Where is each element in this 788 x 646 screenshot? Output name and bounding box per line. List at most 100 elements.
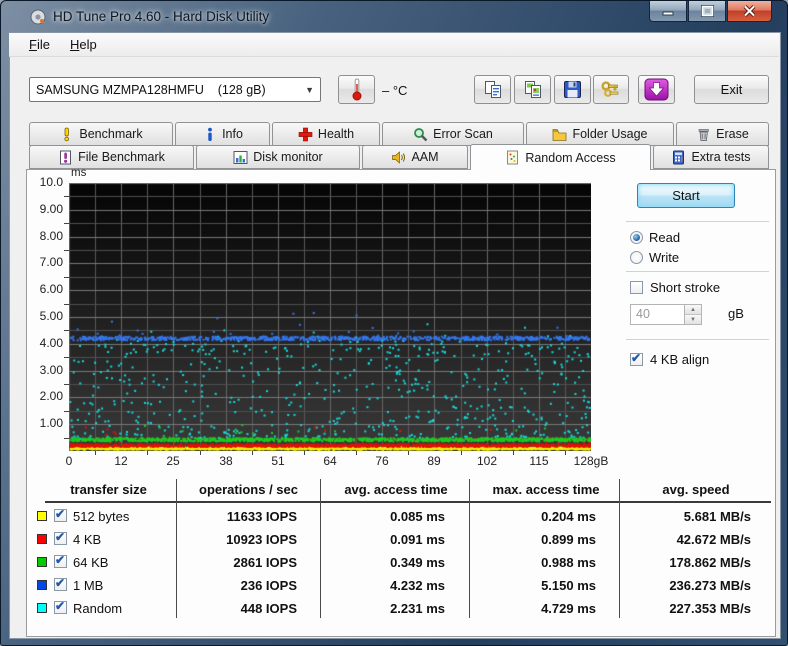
table-row: Random 448 IOPS 2.231 ms 4.729 ms 227.35… bbox=[33, 597, 771, 620]
keys-icon bbox=[600, 80, 622, 100]
column-header-avg-access: avg. access time bbox=[321, 482, 471, 497]
max-access-value: 0.988 ms bbox=[471, 551, 596, 574]
chevron-down-icon: ▼ bbox=[305, 85, 314, 95]
table-row: 1 MB 236 IOPS 4.232 ms 5.150 ms 236.273 … bbox=[33, 574, 771, 597]
column-header-transfer-size: transfer size bbox=[41, 482, 176, 497]
4kb-align-checkbox[interactable] bbox=[630, 353, 643, 366]
file-benchmark-icon bbox=[58, 150, 73, 165]
tab-label: Disk monitor bbox=[253, 150, 322, 164]
avg-access-value: 2.231 ms bbox=[321, 597, 445, 620]
y-axis-unit: ms bbox=[71, 167, 86, 179]
tab-label: Erase bbox=[716, 127, 749, 141]
tab-extra-tests[interactable]: Extra tests bbox=[653, 145, 769, 169]
divider bbox=[626, 339, 769, 340]
column-header-max-access: max. access time bbox=[471, 482, 621, 497]
short-stroke-checkbox[interactable] bbox=[630, 281, 643, 294]
menu-file[interactable]: File bbox=[19, 34, 60, 55]
avg-speed-value: 5.681 MB/s bbox=[621, 505, 751, 528]
copy-image-button[interactable] bbox=[514, 75, 551, 104]
calculator-icon bbox=[671, 150, 686, 165]
tab-info[interactable]: Info bbox=[175, 122, 270, 146]
avg-speed-value: 42.672 MB/s bbox=[621, 528, 751, 551]
series-checkbox[interactable] bbox=[54, 601, 67, 614]
magnifier-icon bbox=[413, 127, 428, 142]
app-icon bbox=[30, 9, 46, 25]
write-radio-label: Write bbox=[649, 250, 679, 265]
series-checkbox[interactable] bbox=[54, 578, 67, 591]
save-button[interactable] bbox=[554, 75, 591, 104]
transfer-size-label: 1 MB bbox=[73, 574, 103, 597]
short-stroke-size-value: 40 bbox=[631, 305, 684, 324]
read-radio[interactable] bbox=[630, 231, 643, 244]
random-access-icon bbox=[505, 150, 520, 165]
short-stroke-size-stepper[interactable]: 40 ▲ ▼ bbox=[630, 304, 702, 325]
start-button[interactable]: Start bbox=[637, 183, 735, 208]
column-header-avg-speed: avg. speed bbox=[621, 482, 771, 497]
exit-button-label: Exit bbox=[721, 82, 743, 97]
minimize-button[interactable] bbox=[649, 1, 687, 22]
window-title: HD Tune Pro 4.60 - Hard Disk Utility bbox=[53, 9, 269, 24]
menu-help[interactable]: Help bbox=[60, 34, 107, 55]
avg-speed-value: 236.273 MB/s bbox=[621, 574, 751, 597]
tab-label: Info bbox=[222, 127, 243, 141]
drive-select-value: SAMSUNG MZMPA128HMFU (128 gB) bbox=[36, 83, 301, 97]
ops-value: 2861 IOPS bbox=[176, 551, 297, 574]
transfer-size-label: 512 bytes bbox=[73, 505, 129, 528]
column-header-operations: operations / sec bbox=[176, 482, 321, 497]
tab-health[interactable]: Health bbox=[272, 122, 380, 146]
avg-access-value: 0.085 ms bbox=[321, 505, 445, 528]
drive-select[interactable]: SAMSUNG MZMPA128HMFU (128 gB) ▼ bbox=[29, 77, 321, 102]
max-access-value: 5.150 ms bbox=[471, 574, 596, 597]
tab-folder-usage[interactable]: Folder Usage bbox=[526, 122, 674, 146]
transfer-size-label: Random bbox=[73, 597, 122, 620]
tab-label: Health bbox=[318, 127, 354, 141]
series-color-chip bbox=[37, 580, 47, 590]
tab-disk-monitor[interactable]: Disk monitor bbox=[196, 145, 360, 169]
table-row: 4 KB 10923 IOPS 0.091 ms 0.899 ms 42.672… bbox=[33, 528, 771, 551]
maximize-icon bbox=[701, 5, 714, 17]
temperature-readout: – °C bbox=[382, 83, 407, 98]
start-button-label: Start bbox=[672, 188, 699, 203]
menu-bar: File Help bbox=[9, 33, 779, 57]
folder-icon bbox=[552, 127, 567, 142]
transfer-size-label: 64 KB bbox=[73, 551, 108, 574]
tab-aam[interactable]: AAM bbox=[362, 145, 468, 169]
tab-benchmark[interactable]: Benchmark bbox=[29, 122, 173, 146]
write-radio[interactable] bbox=[630, 251, 643, 264]
avg-speed-value: 178.862 MB/s bbox=[621, 551, 751, 574]
trash-icon bbox=[696, 127, 711, 142]
tab-random-access[interactable]: Random Access bbox=[470, 144, 651, 170]
speaker-icon bbox=[391, 150, 406, 165]
stepper-down-icon[interactable]: ▼ bbox=[685, 315, 701, 324]
tab-label: File Benchmark bbox=[78, 150, 165, 164]
tab-label: Benchmark bbox=[79, 127, 142, 141]
4kb-align-label: 4 KB align bbox=[650, 352, 709, 367]
health-cross-icon bbox=[298, 127, 313, 142]
app-window: HD Tune Pro 4.60 - Hard Disk Utility Fil… bbox=[0, 0, 788, 646]
tab-erase[interactable]: Erase bbox=[676, 122, 769, 146]
series-checkbox[interactable] bbox=[54, 509, 67, 522]
maximize-button[interactable] bbox=[688, 1, 726, 22]
ops-value: 10923 IOPS bbox=[176, 528, 297, 551]
series-color-chip bbox=[37, 557, 47, 567]
close-button[interactable] bbox=[727, 1, 772, 22]
series-checkbox[interactable] bbox=[54, 532, 67, 545]
copy-text-button[interactable] bbox=[474, 75, 511, 104]
tab-error-scan[interactable]: Error Scan bbox=[382, 122, 524, 146]
stepper-up-icon[interactable]: ▲ bbox=[685, 305, 701, 315]
divider bbox=[626, 221, 769, 222]
save-icon bbox=[563, 80, 582, 99]
table-row: 64 KB 2861 IOPS 0.349 ms 0.988 ms 178.86… bbox=[33, 551, 771, 574]
options-button[interactable] bbox=[593, 75, 629, 104]
download-arrow-icon bbox=[644, 78, 669, 101]
update-button[interactable] bbox=[638, 75, 675, 104]
info-icon bbox=[202, 127, 217, 142]
series-checkbox[interactable] bbox=[54, 555, 67, 568]
tab-label: Extra tests bbox=[691, 150, 750, 164]
temperature-button[interactable] bbox=[338, 75, 375, 104]
avg-access-value: 0.349 ms bbox=[321, 551, 445, 574]
avg-speed-value: 227.353 MB/s bbox=[621, 597, 751, 620]
divider bbox=[626, 271, 769, 272]
exit-button[interactable]: Exit bbox=[694, 75, 769, 104]
tab-file-benchmark[interactable]: File Benchmark bbox=[29, 145, 194, 169]
